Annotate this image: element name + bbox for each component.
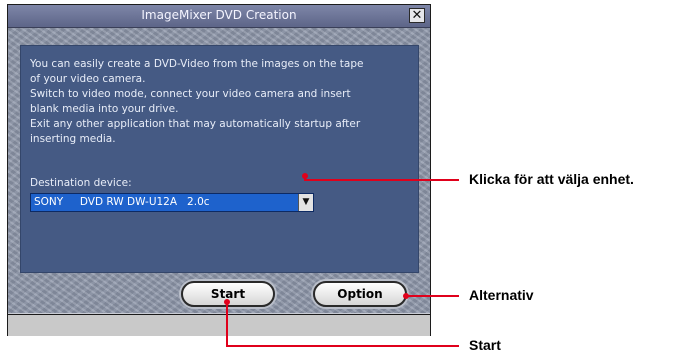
start-callout-dot	[224, 299, 230, 305]
device-callout-line	[302, 174, 459, 181]
device-callout-label: Klicka för att välja enhet.	[469, 171, 634, 187]
option-callout-dot	[403, 293, 409, 299]
start-callout-label: Start	[469, 337, 501, 353]
start-callout-line	[226, 302, 459, 347]
option-callout-label: Alternativ	[469, 287, 534, 303]
device-callout-dot	[302, 173, 308, 179]
